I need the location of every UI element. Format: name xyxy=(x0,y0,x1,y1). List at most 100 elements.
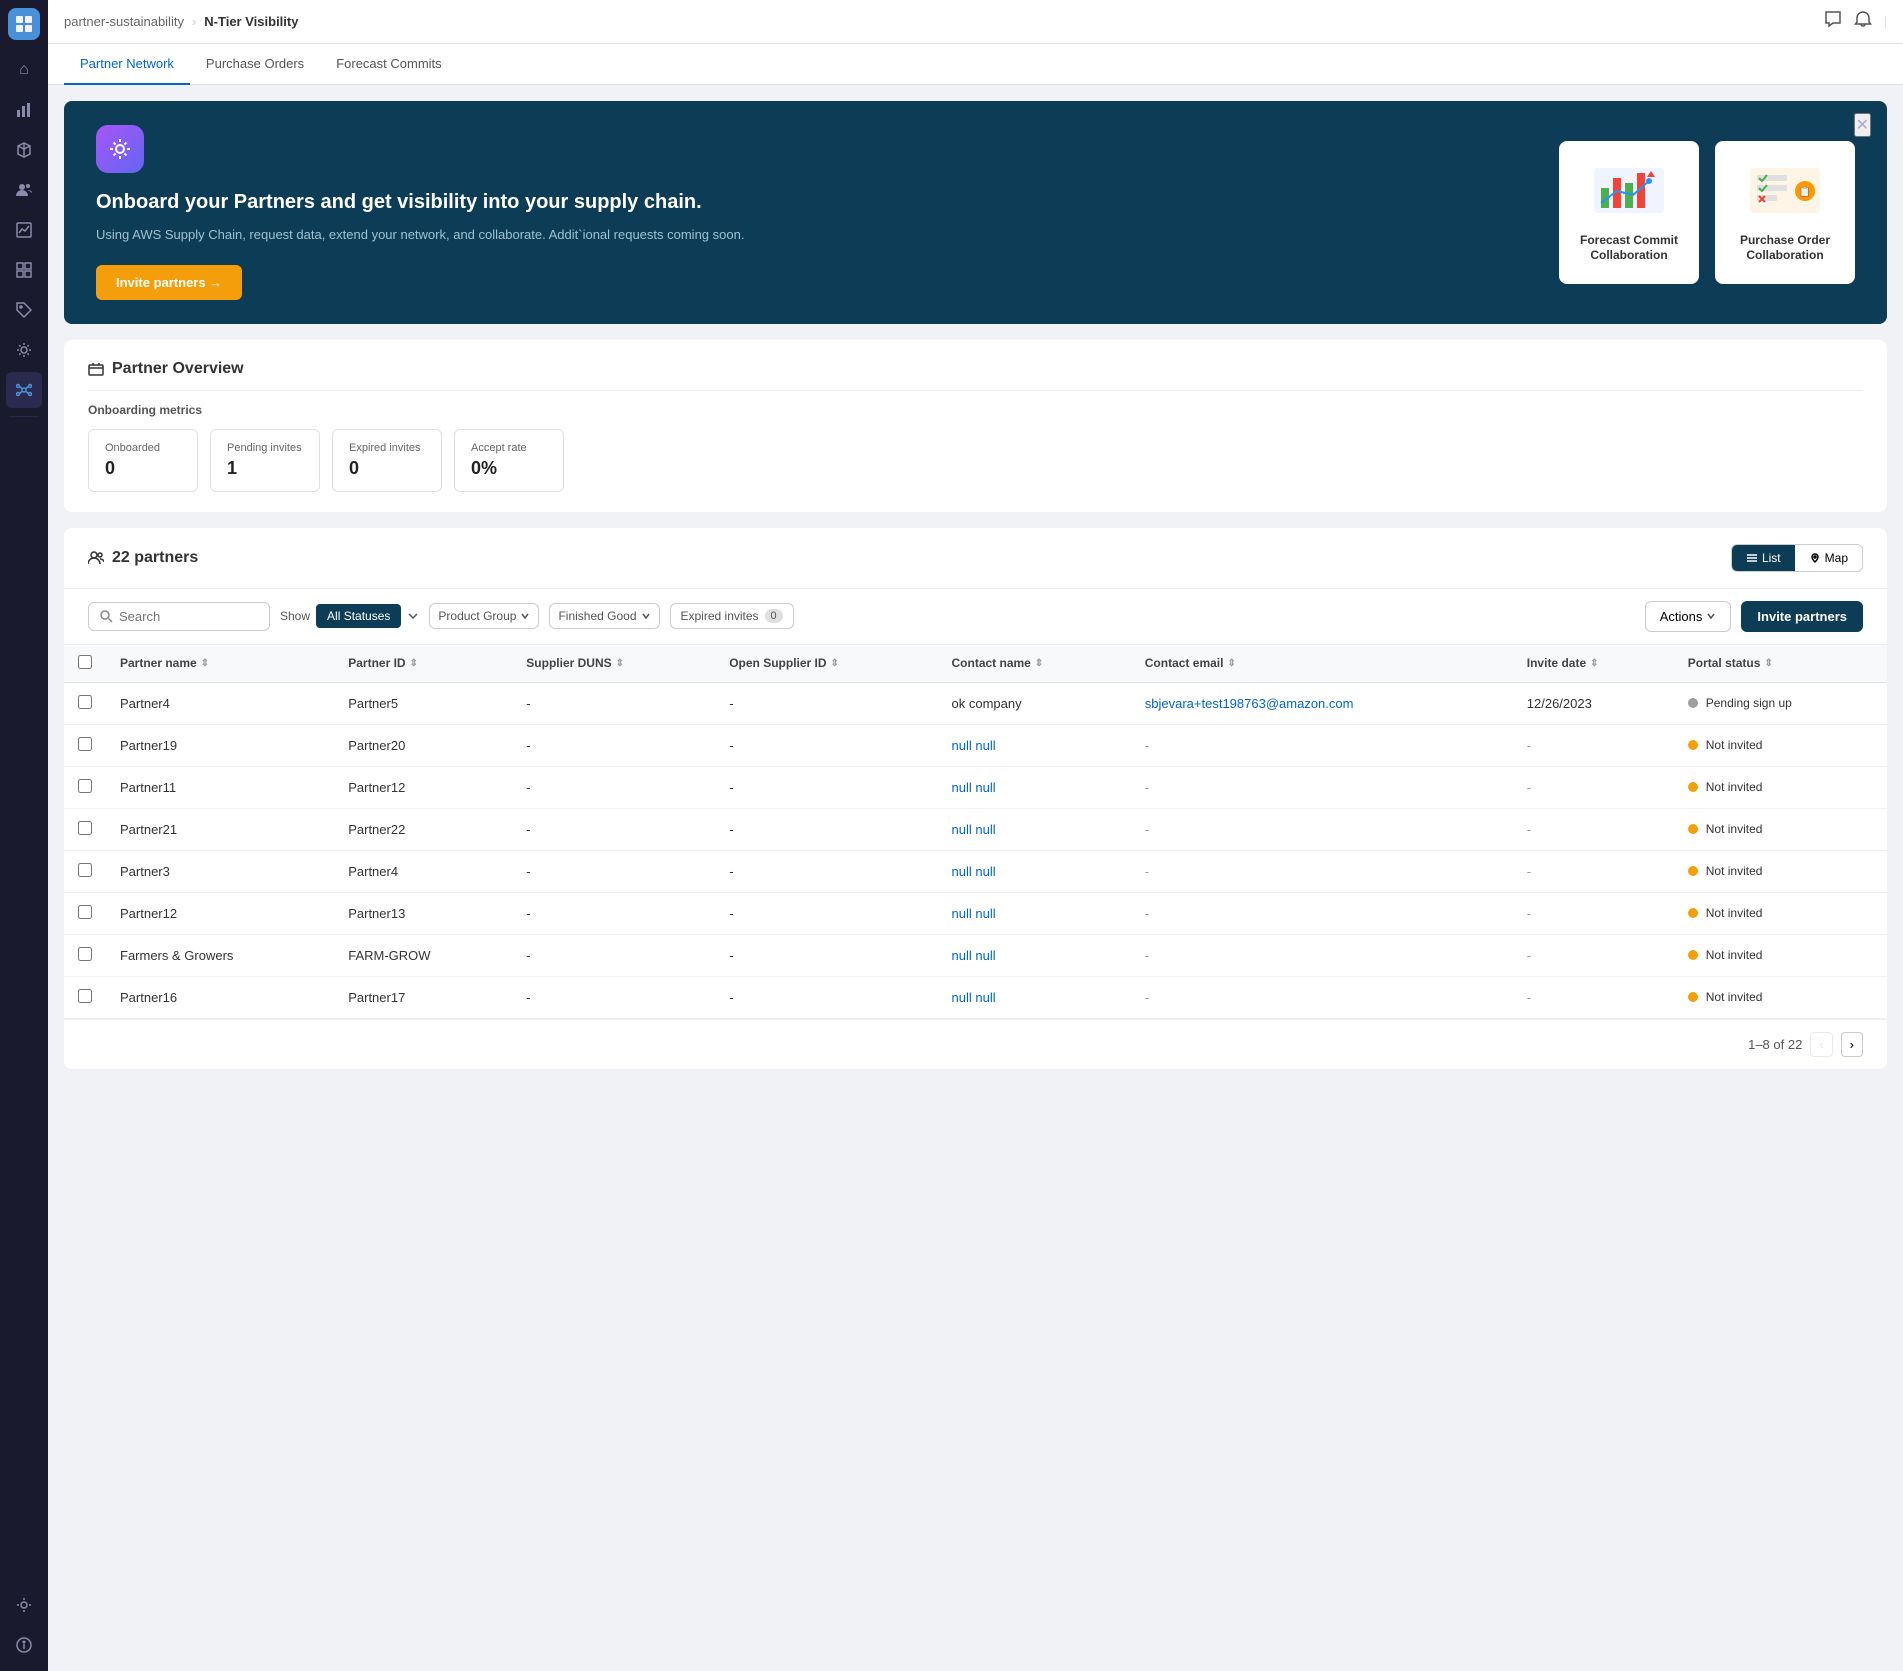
product-group-dropdown[interactable]: Product Group xyxy=(429,603,539,629)
actions-button[interactable]: Actions xyxy=(1645,601,1732,632)
invite-date-cell: 12/26/2023 xyxy=(1513,682,1674,724)
col-invite-date[interactable]: Invite date ⇕ xyxy=(1513,645,1674,683)
contact-name-link2[interactable]: null xyxy=(975,906,995,921)
expired-count-badge: 0 xyxy=(765,609,783,623)
contact-name-link[interactable]: null xyxy=(952,822,972,837)
invite-date-cell: - xyxy=(1513,766,1674,808)
expired-invites-filter[interactable]: Expired invites 0 xyxy=(670,603,794,629)
contact-name-link2[interactable]: null xyxy=(975,780,995,795)
portal-status-cell: Not invited xyxy=(1674,850,1887,892)
next-page-button[interactable]: › xyxy=(1841,1032,1863,1057)
home-icon[interactable]: ⌂ xyxy=(6,52,42,88)
row-checkbox-cell[interactable] xyxy=(64,808,106,850)
row-checkbox[interactable] xyxy=(78,737,92,751)
finished-good-dropdown[interactable]: Finished Good xyxy=(549,603,659,629)
partner-overview-section: Partner Overview Onboarding metrics Onbo… xyxy=(64,340,1887,512)
col-partner-name[interactable]: Partner name ⇕ xyxy=(106,645,334,683)
contact-name-link[interactable]: null xyxy=(952,864,972,879)
contact-name-link2[interactable]: null xyxy=(975,948,995,963)
partner-name-cell: Partner3 xyxy=(106,850,334,892)
row-checkbox-cell[interactable] xyxy=(64,850,106,892)
row-checkbox[interactable] xyxy=(78,779,92,793)
tag-icon[interactable] xyxy=(6,292,42,328)
actions-chevron-icon xyxy=(1706,611,1716,621)
table-row: Partner21 Partner22 - - null null - - No… xyxy=(64,808,1887,850)
settings2-icon[interactable] xyxy=(6,1587,42,1623)
row-checkbox[interactable] xyxy=(78,695,92,709)
search-box[interactable] xyxy=(88,602,270,631)
banner-close-button[interactable]: ✕ xyxy=(1854,113,1871,137)
settings-icon[interactable] xyxy=(6,332,42,368)
po-card[interactable]: 📋 Purchase Order Collaboration xyxy=(1715,141,1855,284)
row-checkbox[interactable] xyxy=(78,947,92,961)
invite-partners-button[interactable]: Invite partners xyxy=(1741,601,1863,632)
banner-invite-button[interactable]: Invite partners → xyxy=(96,265,242,300)
bell-icon[interactable] xyxy=(1854,10,1872,33)
contact-name-cell: null null xyxy=(938,808,1131,850)
people-icon[interactable] xyxy=(6,172,42,208)
contact-name-link2[interactable]: null xyxy=(975,864,995,879)
app-logo[interactable] xyxy=(8,8,40,40)
analytics-icon[interactable] xyxy=(6,92,42,128)
prev-page-button[interactable]: ‹ xyxy=(1810,1032,1832,1057)
search-input[interactable] xyxy=(119,609,259,624)
contact-name-link2[interactable]: null xyxy=(975,990,995,1005)
col-supplier-duns[interactable]: Supplier DUNS ⇕ xyxy=(512,645,715,683)
contact-name-link[interactable]: null xyxy=(952,738,972,753)
tab-purchase-orders[interactable]: Purchase Orders xyxy=(190,44,320,85)
invite-date-cell: - xyxy=(1513,850,1674,892)
contact-name-cell: null null xyxy=(938,976,1131,1018)
col-portal-status[interactable]: Portal status ⇕ xyxy=(1674,645,1887,683)
row-checkbox[interactable] xyxy=(78,905,92,919)
table-row: Partner19 Partner20 - - null null - - No… xyxy=(64,724,1887,766)
forecast-commit-card[interactable]: Forecast Commit Collaboration xyxy=(1559,141,1699,284)
metric-expired-label: Expired invites xyxy=(349,442,425,454)
metric-onboarded: Onboarded 0 xyxy=(88,429,198,492)
supplier-duns-cell: - xyxy=(512,850,715,892)
partner-id-cell: Partner20 xyxy=(334,724,512,766)
row-checkbox-cell[interactable] xyxy=(64,976,106,1018)
banner-description: Using AWS Supply Chain, request data, ex… xyxy=(96,225,1527,245)
metric-pending: Pending invites 1 xyxy=(210,429,320,492)
contact-name-link[interactable]: null xyxy=(952,780,972,795)
row-checkbox[interactable] xyxy=(78,863,92,877)
all-statuses-button[interactable]: All Statuses xyxy=(316,604,401,628)
supplier-duns-cell: - xyxy=(512,682,715,724)
inventory-icon[interactable] xyxy=(6,132,42,168)
row-checkbox-cell[interactable] xyxy=(64,892,106,934)
select-all-header[interactable] xyxy=(64,645,106,683)
row-checkbox[interactable] xyxy=(78,989,92,1003)
open-supplier-id-cell: - xyxy=(715,766,937,808)
tab-forecast-commits[interactable]: Forecast Commits xyxy=(320,44,457,85)
col-partner-id[interactable]: Partner ID ⇕ xyxy=(334,645,512,683)
grid-icon[interactable] xyxy=(6,252,42,288)
chart2-icon[interactable] xyxy=(6,212,42,248)
row-checkbox-cell[interactable] xyxy=(64,766,106,808)
row-checkbox-cell[interactable] xyxy=(64,934,106,976)
invite-date-cell: - xyxy=(1513,724,1674,766)
contact-name-link2[interactable]: null xyxy=(975,738,995,753)
tab-partner-network[interactable]: Partner Network xyxy=(64,44,190,85)
breadcrumb-company: partner-sustainability xyxy=(64,14,184,29)
row-checkbox-cell[interactable] xyxy=(64,724,106,766)
contact-name-link2[interactable]: null xyxy=(975,822,995,837)
info-icon[interactable] xyxy=(6,1627,42,1663)
select-all-checkbox[interactable] xyxy=(78,655,92,669)
row-checkbox-cell[interactable] xyxy=(64,682,106,724)
col-contact-name[interactable]: Contact name ⇕ xyxy=(938,645,1131,683)
chat-icon[interactable] xyxy=(1824,10,1842,33)
contact-name-cell: ok company xyxy=(938,682,1131,724)
contact-name-link[interactable]: null xyxy=(952,906,972,921)
list-view-button[interactable]: List xyxy=(1732,545,1795,571)
row-checkbox[interactable] xyxy=(78,821,92,835)
contact-email-cell: - xyxy=(1131,808,1513,850)
metric-onboarded-label: Onboarded xyxy=(105,442,181,454)
network-icon[interactable] xyxy=(6,372,42,408)
map-view-button[interactable]: Map xyxy=(1795,545,1862,571)
col-contact-email[interactable]: Contact email ⇕ xyxy=(1131,645,1513,683)
contact-name-link[interactable]: null xyxy=(952,990,972,1005)
col-open-supplier-id[interactable]: Open Supplier ID ⇕ xyxy=(715,645,937,683)
status-dot xyxy=(1688,866,1698,876)
contact-name-link[interactable]: null xyxy=(952,948,972,963)
portal-status-cell: Not invited xyxy=(1674,724,1887,766)
